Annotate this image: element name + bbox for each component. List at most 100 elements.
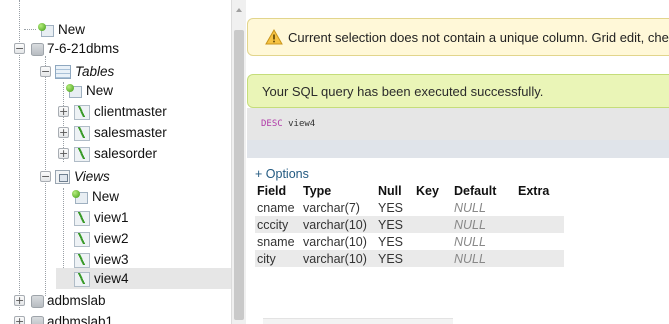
sql-query-toolbar — [247, 140, 669, 158]
nav-item-views[interactable]: Views — [55, 166, 110, 187]
nav-item-label: New — [86, 83, 114, 98]
column-header-field[interactable]: Field — [255, 182, 301, 199]
database-icon — [30, 294, 44, 308]
cell-default: NULL — [452, 216, 516, 233]
collapse-icon[interactable]: − — [40, 66, 51, 77]
cell-field: city — [255, 250, 301, 267]
expand-icon[interactable]: + — [58, 148, 69, 159]
tree-connector — [24, 29, 36, 30]
view-icon — [74, 271, 90, 287]
sql-keyword: DESC — [261, 119, 283, 129]
cell-extra — [516, 233, 564, 250]
nav-item-label: view4 — [94, 271, 129, 286]
expand-icon[interactable]: + — [58, 106, 69, 117]
nav-item-new-root[interactable]: New — [24, 19, 85, 40]
nav-item-table-salesorder[interactable]: salesorder — [74, 143, 157, 164]
table-icon — [74, 104, 90, 120]
nav-item-label: view1 — [94, 210, 129, 225]
expand-icon[interactable]: + — [14, 295, 25, 306]
cell-default: NULL — [452, 199, 516, 216]
bottom-panel-edge — [263, 318, 453, 324]
scrollbar-thumb[interactable] — [234, 30, 244, 320]
cell-field: cname — [255, 199, 301, 216]
cell-key — [414, 250, 452, 267]
success-text: Your SQL query has been executed success… — [262, 83, 544, 99]
nav-item-label: Views — [74, 169, 110, 184]
expand-icon[interactable]: + — [14, 316, 25, 324]
database-icon — [30, 315, 44, 324]
table-icon — [74, 125, 90, 141]
nav-item-table-salesmaster[interactable]: salesmaster — [74, 122, 167, 143]
collapse-icon[interactable]: − — [40, 171, 51, 182]
sql-code: DESC view4 — [261, 119, 315, 129]
nav-item-label: adbmslab1 — [47, 314, 114, 324]
warning-text: Current selection does not contain a uni… — [288, 29, 669, 45]
view-icon — [74, 210, 90, 226]
sql-query-box[interactable]: DESC view4 — [247, 108, 669, 140]
nav-item-view4[interactable]: view4 — [56, 268, 231, 289]
table-row[interactable]: cccity varchar(10) YES NULL — [255, 216, 564, 233]
cell-type: varchar(10) — [301, 216, 376, 233]
column-header-null[interactable]: Null — [376, 182, 414, 199]
column-header-extra[interactable]: Extra — [516, 182, 564, 199]
tree-connector — [63, 188, 64, 280]
cell-key — [414, 199, 452, 216]
sql-identifier: view4 — [288, 119, 316, 129]
table-icon — [74, 146, 90, 162]
nav-item-label: clientmaster — [94, 104, 167, 119]
nav-item-database-7-6-21dbms[interactable]: 7-6-21dbms — [30, 38, 119, 59]
cell-null: YES — [376, 216, 414, 233]
cell-default: NULL — [452, 233, 516, 250]
cell-key — [414, 233, 452, 250]
column-header-default[interactable]: Default — [452, 182, 516, 199]
nav-item-database-adbmslab1[interactable]: adbmslab1 — [30, 311, 113, 324]
nav-item-tables[interactable]: Tables — [55, 61, 114, 82]
scroll-up-icon[interactable] — [236, 8, 242, 12]
collapse-icon[interactable]: − — [14, 43, 25, 54]
column-header-key[interactable]: Key — [414, 182, 452, 199]
cell-field: cccity — [255, 216, 301, 233]
cell-extra — [516, 216, 564, 233]
table-row[interactable]: city varchar(10) YES NULL — [255, 250, 564, 267]
warning-message: Current selection does not contain a uni… — [247, 18, 669, 56]
main-content: Current selection does not contain a uni… — [247, 0, 669, 324]
navigation-scrollbar[interactable] — [231, 0, 246, 324]
cell-key — [414, 216, 452, 233]
success-message: Your SQL query has been executed success… — [247, 74, 669, 108]
new-icon — [72, 189, 88, 204]
nav-item-label: view2 — [94, 231, 129, 246]
options-link[interactable]: + Options — [255, 167, 309, 181]
warning-icon — [265, 29, 283, 45]
cell-extra — [516, 199, 564, 216]
cell-null: YES — [376, 199, 414, 216]
view-icon — [74, 231, 90, 247]
cell-null: YES — [376, 250, 414, 267]
table-row[interactable]: cname varchar(7) YES NULL — [255, 199, 564, 216]
nav-item-view1[interactable]: view1 — [74, 207, 129, 228]
table-header-row: Field Type Null Key Default Extra — [255, 182, 564, 199]
nav-item-label: New — [58, 22, 86, 37]
database-icon — [30, 42, 44, 56]
nav-item-view3[interactable]: view3 — [74, 249, 129, 270]
nav-item-new-table[interactable]: New — [66, 80, 113, 101]
cell-type: varchar(10) — [301, 250, 376, 267]
nav-item-label: salesmaster — [94, 125, 167, 140]
column-header-type[interactable]: Type — [301, 182, 376, 199]
nav-item-view2[interactable]: view2 — [74, 228, 129, 249]
nav-item-new-view[interactable]: New — [72, 186, 119, 207]
nav-item-label: New — [92, 189, 120, 204]
table-row[interactable]: sname varchar(10) YES NULL — [255, 233, 564, 250]
cell-type: varchar(7) — [301, 199, 376, 216]
cell-null: YES — [376, 233, 414, 250]
nav-item-label: adbmslab — [47, 293, 106, 308]
tables-icon — [55, 64, 71, 79]
new-icon — [38, 22, 54, 37]
result-table: Field Type Null Key Default Extra cname … — [255, 182, 564, 267]
view-icon — [74, 252, 90, 268]
nav-item-table-clientmaster[interactable]: clientmaster — [74, 101, 167, 122]
expand-icon[interactable]: + — [58, 127, 69, 138]
new-icon — [66, 83, 82, 98]
nav-item-label: salesorder — [94, 146, 158, 161]
nav-item-label: view3 — [94, 252, 129, 267]
nav-item-database-adbmslab[interactable]: adbmslab — [30, 290, 106, 311]
